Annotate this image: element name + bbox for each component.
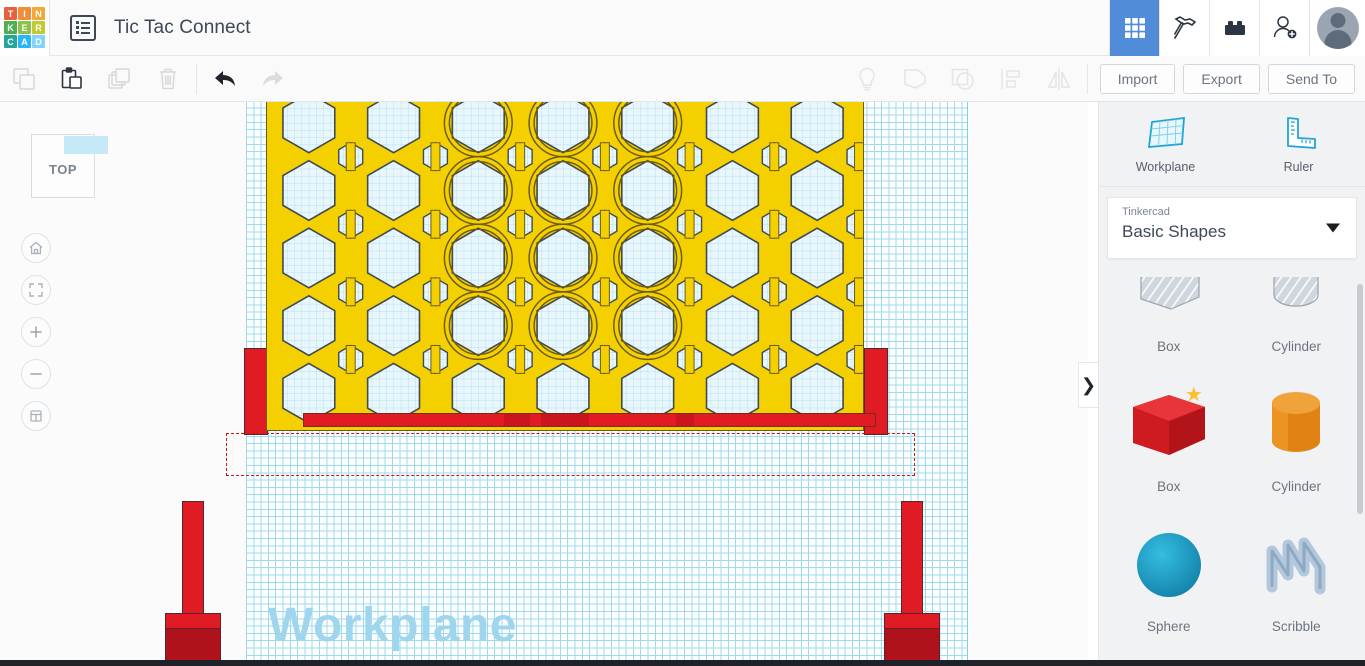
edit-toolbar: Import Export Send To: [0, 56, 1365, 102]
shape-list[interactable]: Box Cylinder: [1099, 277, 1365, 666]
sphere-icon: [1121, 521, 1217, 609]
shape-label: Box: [1157, 339, 1180, 354]
logo-tile-t: T: [4, 7, 17, 20]
top-right-actions: [1109, 0, 1365, 56]
redo-icon[interactable]: [249, 56, 297, 102]
tinkercad-logo[interactable]: TIN KER CAD: [0, 0, 50, 56]
workplane-icon: [1144, 114, 1188, 154]
logo-tile-n: N: [32, 7, 45, 20]
logo-tile-c: C: [4, 35, 17, 48]
view-cube[interactable]: TOP: [31, 134, 95, 198]
avatar[interactable]: [1309, 0, 1365, 56]
featured-star-icon: ★: [1185, 385, 1203, 405]
workplane-grid[interactable]: [246, 102, 968, 666]
view-cube-label: TOP: [49, 162, 77, 177]
library-collection-label: Basic Shapes: [1122, 222, 1342, 242]
grid-apps-icon[interactable]: [1109, 0, 1159, 56]
chevron-down-icon: [1326, 224, 1340, 233]
lightbulb-icon[interactable]: [843, 56, 891, 102]
zoom-out-button[interactable]: [21, 359, 51, 389]
group-icon[interactable]: [891, 56, 939, 102]
shape-grid: Box Cylinder: [1099, 277, 1365, 666]
ruler-icon: [1277, 114, 1321, 154]
shape-label: Sphere: [1147, 619, 1191, 634]
list-document-icon[interactable]: [70, 15, 96, 41]
projection-toggle-button[interactable]: [21, 401, 51, 431]
shapes-panel: Workplane Ruler Tinkercad Basic Shapes: [1098, 102, 1365, 666]
mirror-icon[interactable]: [1035, 56, 1083, 102]
send-to-button[interactable]: Send To: [1268, 64, 1355, 94]
toolbar-divider: [196, 64, 197, 94]
shape-label: Scribble: [1272, 619, 1321, 634]
panel-scrollbar[interactable]: [1357, 284, 1363, 514]
library-source-label: Tinkercad: [1122, 206, 1342, 218]
copy-icon[interactable]: [0, 56, 48, 102]
workplane-tool-label: Workplane: [1136, 160, 1196, 174]
lego-brick-icon[interactable]: [1209, 0, 1259, 56]
pickaxe-icon[interactable]: [1159, 0, 1209, 56]
shape-scribble[interactable]: Scribble: [1233, 502, 1361, 642]
logo-tile-k: K: [4, 21, 17, 34]
logo-tile-e: E: [18, 21, 31, 34]
ruler-tool-label: Ruler: [1284, 160, 1314, 174]
logo-tile-a: A: [18, 35, 31, 48]
page-title: Tic Tac Connect: [114, 17, 251, 39]
logo-tile-r: R: [32, 21, 45, 34]
duplicate-icon[interactable]: [96, 56, 144, 102]
design-canvas[interactable]: Workplane: [0, 102, 1088, 666]
clipboard-tools: [0, 56, 192, 102]
ruler-tool[interactable]: Ruler: [1232, 102, 1365, 186]
shape-box[interactable]: ★ Box: [1105, 362, 1233, 502]
top-bar: TIN KER CAD Tic Tac Connect: [0, 0, 1365, 56]
shape-label: Box: [1157, 479, 1180, 494]
export-button[interactable]: Export: [1183, 64, 1259, 94]
shape-box-hole[interactable]: Box: [1105, 277, 1233, 362]
system-taskbar: [0, 660, 1365, 666]
import-button[interactable]: Import: [1100, 64, 1176, 94]
logo-tiles: TIN KER CAD: [4, 7, 45, 48]
shape-label: Cylinder: [1271, 339, 1321, 354]
delete-icon[interactable]: [144, 56, 192, 102]
home-view-button[interactable]: [21, 233, 51, 263]
shape-library-select[interactable]: Tinkercad Basic Shapes: [1107, 197, 1357, 259]
undo-icon[interactable]: [201, 56, 249, 102]
workplane-tool[interactable]: Workplane: [1099, 102, 1232, 186]
toolbar-right-group: Import Export Send To: [843, 56, 1365, 102]
fit-view-button[interactable]: [21, 275, 51, 305]
panel-collapse-handle[interactable]: ❯: [1078, 362, 1098, 408]
shape-sphere[interactable]: Sphere: [1105, 502, 1233, 642]
add-person-icon[interactable]: [1259, 0, 1309, 56]
cylinder-icon: [1248, 381, 1344, 469]
shape-label: Cylinder: [1271, 479, 1321, 494]
history-tools: [201, 56, 297, 102]
ungroup-icon[interactable]: [939, 56, 987, 102]
logo-tile-i: I: [18, 7, 31, 20]
panel-tools: Workplane Ruler: [1099, 102, 1365, 187]
shape-cylinder[interactable]: Cylinder: [1233, 362, 1361, 502]
shape-cylinder-hole[interactable]: Cylinder: [1233, 277, 1361, 362]
logo-tile-d: D: [32, 35, 45, 48]
align-icon[interactable]: [987, 56, 1035, 102]
box-hole-icon: [1127, 277, 1211, 325]
zoom-in-button[interactable]: [21, 317, 51, 347]
scribble-icon: [1248, 521, 1344, 609]
paste-icon[interactable]: [48, 56, 96, 102]
toolbar-divider-2: [1087, 64, 1088, 94]
cylinder-hole-icon: [1254, 277, 1338, 325]
view-cube-top-face[interactable]: [64, 136, 108, 154]
